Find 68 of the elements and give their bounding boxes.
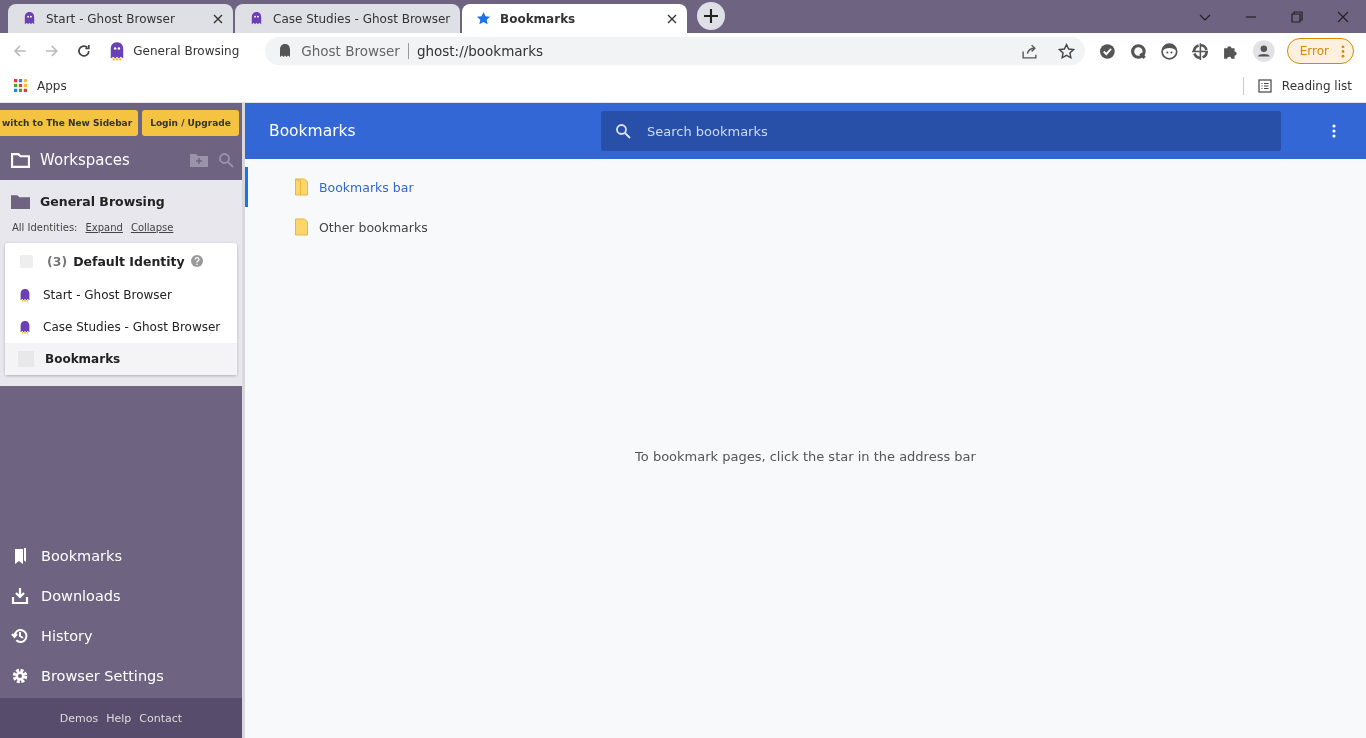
address-bar[interactable]: Ghost Browser ghost://bookmarks [265, 37, 1086, 65]
empty-message: To bookmark pages, click the star in the address bar [634, 449, 977, 464]
tab-title: Bookmarks [500, 11, 577, 26]
collapse-link[interactable]: Collapse [130, 222, 174, 233]
plus-icon [704, 8, 718, 23]
page-title: Bookmarks [269, 122, 357, 140]
identities-label: All Identities: [12, 222, 78, 233]
sidebar-button[interactable]: witch to The New Sidebar [0, 110, 139, 136]
help-icon[interactable] [190, 255, 203, 267]
identity-tab[interactable]: Case Studies - Ghost Browser [5, 311, 237, 343]
history-icon [11, 627, 29, 645]
close-window-icon[interactable] [1337, 10, 1349, 23]
expand-link[interactable]: Expand [85, 222, 123, 233]
close-icon[interactable] [213, 13, 223, 24]
search-icon [615, 123, 631, 139]
sidebar-button[interactable]: Login / Upgrade [142, 110, 239, 136]
ghost-icon [22, 11, 37, 26]
search-field[interactable]: Search bookmarks [601, 111, 1281, 151]
more-options-icon [1341, 44, 1345, 58]
q-letter-icon[interactable] [1130, 42, 1147, 60]
apps-grid-icon [14, 79, 27, 92]
folder-icon [294, 178, 309, 196]
sidebar-nav-item[interactable]: History [0, 616, 242, 656]
list-icon [1257, 78, 1272, 93]
identity-name: Default Identity [73, 253, 185, 269]
bookmark-folder[interactable]: Other bookmarks [245, 207, 1366, 247]
tab-title: Case Studies - Ghost Browser [273, 11, 451, 26]
star-icon [476, 11, 491, 26]
gear-icon [11, 667, 29, 685]
site-name: Ghost Browser [301, 43, 400, 59]
face-icon[interactable] [1160, 42, 1178, 60]
browser-tab[interactable]: Start - Ghost Browser [8, 4, 233, 33]
restore-icon[interactable] [1291, 10, 1303, 23]
tab-count: (3) [47, 253, 68, 269]
share-icon[interactable] [1021, 42, 1039, 60]
profile-icon[interactable] [1253, 40, 1275, 62]
browser-tab[interactable]: Case Studies - Ghost Browser [235, 4, 460, 33]
workspaces-title: Workspaces [40, 151, 130, 169]
identity-tab[interactable]: Start - Ghost Browser [5, 279, 237, 311]
apps-shortcut[interactable]: Apps [14, 78, 67, 93]
more-options-icon[interactable] [1332, 124, 1336, 138]
sidebar-nav-item[interactable]: Bookmarks [0, 536, 242, 576]
reading-list-button[interactable]: Reading list [1257, 78, 1352, 93]
ghost-icon [18, 320, 32, 334]
footer-link[interactable]: Demos [59, 711, 99, 725]
sidebar-nav-item[interactable]: Browser Settings [0, 656, 242, 696]
download-icon [11, 587, 29, 605]
browser-tab[interactable]: Bookmarks [462, 4, 687, 33]
folder-icon [11, 152, 30, 168]
url-text: ghost://bookmarks [416, 43, 543, 59]
footer-link[interactable]: Help [106, 711, 132, 725]
check-circle-icon[interactable] [1099, 42, 1117, 60]
ghost-icon [18, 288, 32, 302]
identity-tab[interactable]: Bookmarks [5, 343, 237, 375]
workspace-button[interactable]: General Browsing [107, 41, 240, 61]
reload-icon[interactable] [75, 43, 92, 59]
footer-link[interactable]: Contact [139, 711, 183, 725]
folder-icon [11, 193, 30, 209]
workspace-name[interactable]: General Browsing [40, 193, 165, 209]
new-tab-button[interactable] [697, 1, 725, 30]
ghost-icon [249, 11, 264, 26]
star-icon[interactable] [1058, 42, 1076, 60]
crosshair-icon[interactable] [1191, 42, 1209, 60]
bookmark-folder[interactable]: Bookmarks bar [245, 167, 1366, 207]
tab-title: Start - Ghost Browser [46, 11, 176, 26]
sidebar-nav-item[interactable]: Downloads [0, 576, 242, 616]
close-icon[interactable] [667, 13, 677, 24]
folder-icon [294, 218, 309, 236]
